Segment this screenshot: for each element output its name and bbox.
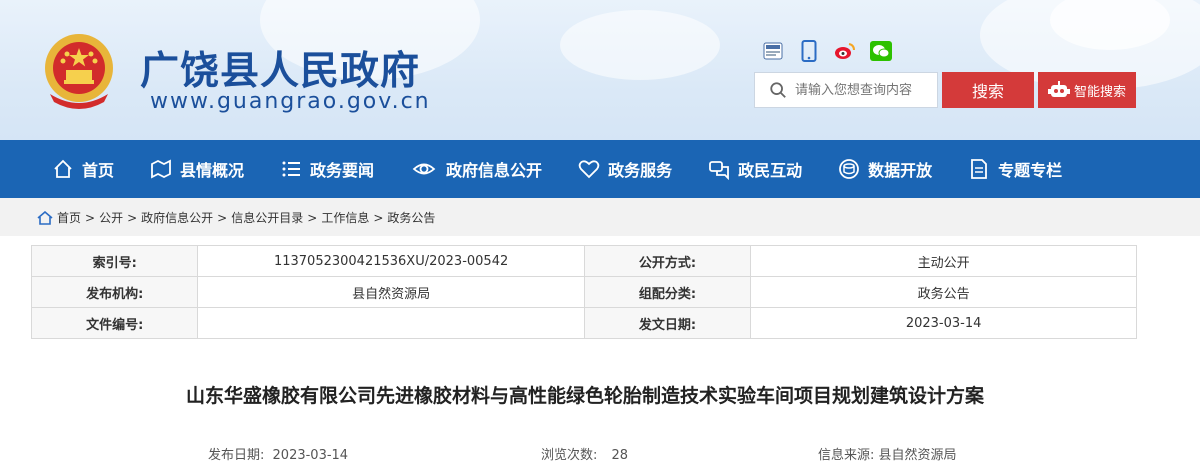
search-field[interactable] — [754, 72, 938, 108]
breadcrumb-item-catalog[interactable]: 信息公开目录 — [231, 209, 303, 226]
nav-label: 政民互动 — [738, 161, 803, 180]
publish-date-label: 发布日期: — [208, 448, 265, 463]
document-icon — [971, 159, 988, 179]
index-number-label: 索引号: — [30, 245, 199, 277]
issue-date-value: 2023-03-14 — [750, 307, 1137, 339]
category-label: 组配分类: — [583, 276, 752, 308]
map-icon — [151, 159, 171, 179]
breadcrumb-separator: > — [127, 210, 138, 225]
home-icon — [54, 159, 72, 178]
article-title: 山东华盛橡胶有限公司先进橡胶材料与高性能绿色轮胎制造技术实验车间项目规划建筑设计… — [185, 385, 984, 407]
file-number-label: 文件编号: — [30, 307, 199, 339]
breadcrumb-item-info-disclosure[interactable]: 政府信息公开 — [141, 209, 213, 226]
index-number-value: 1137052300421536XU/2023-00542 — [197, 245, 585, 277]
quick-links — [762, 40, 892, 62]
nav-item-open-data[interactable]: 数据开放 — [820, 140, 950, 198]
disclosure-method-value: 主动公开 — [750, 245, 1137, 277]
table-row: 索引号: 1137052300421536XU/2023-00542 公开方式:… — [30, 245, 1137, 277]
accessibility-icon[interactable] — [762, 40, 784, 62]
site-title[interactable]: 广饶县人民政府 — [140, 40, 420, 96]
info-source: 信息来源: 县自然资源局 — [818, 444, 957, 463]
search-input[interactable] — [793, 81, 937, 99]
nav-label: 政务要闻 — [310, 161, 375, 180]
eye-icon — [412, 163, 436, 175]
nav-label: 政府信息公开 — [446, 161, 543, 180]
national-emblem-icon — [45, 34, 113, 109]
publish-date-value: 2023-03-14 — [272, 448, 349, 463]
nav-label: 专题专栏 — [998, 161, 1063, 180]
nav-label: 首页 — [82, 161, 115, 180]
nav-item-services[interactable]: 政务服务 — [560, 140, 690, 198]
table-row: 发布机构: 县自然资源局 组配分类: 政务公告 — [30, 276, 1137, 308]
search-icon — [770, 82, 786, 98]
nav-item-info-disclosure[interactable]: 政府信息公开 — [392, 140, 560, 198]
breadcrumb-item-work-info[interactable]: 工作信息 — [321, 209, 369, 226]
main-nav: 首页 县情概况 政务要闻 政府信息公开 政务服务 政民互动 数据开放 专题专栏 — [0, 140, 1200, 198]
robot-icon — [1047, 81, 1070, 97]
site-url[interactable]: www.guangrao.gov.cn — [150, 89, 431, 114]
nav-item-news[interactable]: 政务要闻 — [262, 140, 392, 198]
search-button[interactable]: 搜索 — [942, 72, 1034, 108]
nav-item-county-overview[interactable]: 县情概况 — [132, 140, 262, 198]
breadcrumb-bar: 首页 > 公开 > 政府信息公开 > 信息公开目录 > 工作信息 > 政务公告 — [0, 198, 1200, 236]
nav-item-home[interactable]: 首页 — [0, 140, 132, 198]
file-number-value — [197, 307, 585, 339]
breadcrumb-item-home[interactable]: 首页 — [57, 209, 81, 226]
breadcrumb-item-public[interactable]: 公开 — [99, 209, 123, 226]
info-source-label: 信息来源: — [818, 448, 875, 463]
smart-search-button[interactable]: 智能搜索 — [1038, 72, 1136, 108]
chat-icon — [709, 161, 729, 180]
breadcrumb-separator: > — [217, 210, 228, 225]
view-count-value: 28 — [611, 448, 629, 463]
view-count: 浏览次数: 28 — [541, 444, 628, 463]
nav-item-interaction[interactable]: 政民互动 — [690, 140, 820, 198]
table-row: 文件编号: 发文日期: 2023-03-14 — [30, 307, 1137, 339]
nav-label: 县情概况 — [180, 161, 245, 180]
view-count-label: 浏览次数: — [541, 448, 598, 463]
list-icon — [282, 161, 301, 177]
home-icon — [37, 210, 53, 225]
wechat-icon[interactable] — [870, 40, 892, 62]
nav-label: 政务服务 — [608, 161, 673, 180]
smart-search-label: 智能搜索 — [1073, 84, 1126, 100]
database-icon — [839, 159, 859, 179]
header-cloud — [560, 10, 720, 80]
breadcrumb-separator: > — [373, 210, 384, 225]
publishing-agency-label: 发布机构: — [30, 276, 199, 308]
mobile-icon[interactable] — [798, 40, 820, 62]
breadcrumb: 首页 > 公开 > 政府信息公开 > 信息公开目录 > 工作信息 > 政务公告 — [37, 209, 435, 226]
breadcrumb-separator: > — [307, 210, 318, 225]
category-value: 政务公告 — [750, 276, 1137, 308]
document-info-table: 索引号: 1137052300421536XU/2023-00542 公开方式:… — [30, 245, 1137, 339]
breadcrumb-separator: > — [85, 210, 96, 225]
issue-date-label: 发文日期: — [583, 307, 752, 339]
disclosure-method-label: 公开方式: — [583, 245, 752, 277]
info-source-value: 县自然资源局 — [878, 448, 957, 463]
nav-label: 数据开放 — [868, 161, 933, 180]
heart-icon — [578, 160, 600, 179]
site-header: 广饶县人民政府 www.guangrao.gov.cn 搜索 智能搜索 — [0, 0, 1200, 140]
breadcrumb-item-announcement[interactable]: 政务公告 — [387, 209, 435, 226]
publish-date: 发布日期: 2023-03-14 — [208, 444, 348, 463]
publishing-agency-value: 县自然资源局 — [197, 276, 585, 308]
nav-item-special-topics[interactable]: 专题专栏 — [950, 140, 1080, 198]
weibo-icon[interactable] — [834, 40, 856, 62]
